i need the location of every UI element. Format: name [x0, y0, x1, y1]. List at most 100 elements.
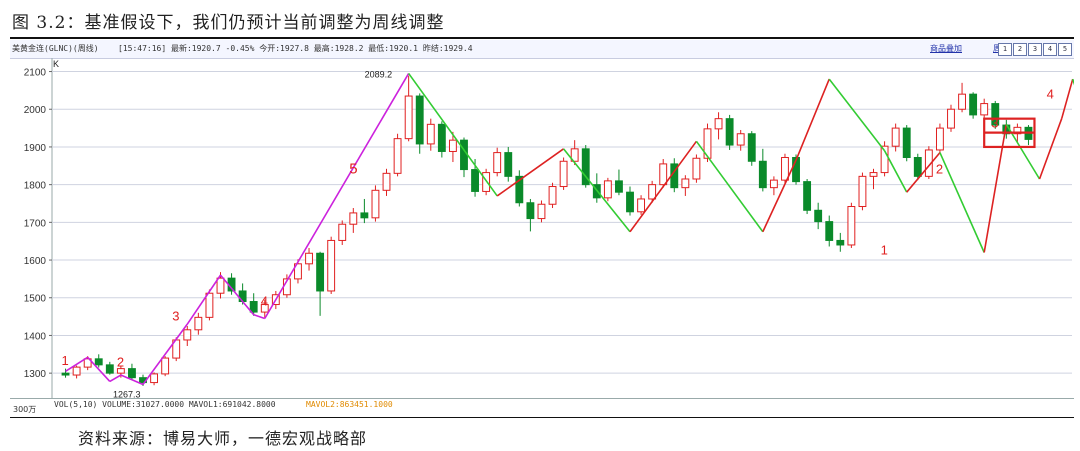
candle-body — [736, 133, 745, 146]
candle-body — [305, 252, 313, 265]
candle-body — [836, 239, 845, 246]
window-button-4[interactable]: 4 — [1043, 43, 1057, 56]
wave-label: 5 — [349, 160, 357, 177]
wave-segment — [1038, 118, 1063, 180]
candle-body — [360, 212, 369, 219]
candle-body — [648, 184, 657, 200]
candle-body — [902, 127, 911, 158]
y-tick-label: 1500 — [24, 294, 47, 305]
volume-strip: VOL(5,10) VOLUME:31027.0000 MAVOL1:69104… — [10, 398, 1074, 411]
candle-body — [194, 316, 203, 331]
candle-body — [448, 139, 457, 152]
candle-body — [371, 189, 380, 219]
overlay-link[interactable]: 商品叠加 — [930, 40, 962, 58]
candle-body — [94, 358, 103, 366]
candle-body — [947, 108, 955, 129]
wave-segment — [186, 274, 222, 325]
wave-label: 3 — [172, 308, 179, 323]
mavol2-text: MAVOL2:863451.1000 — [306, 400, 393, 409]
candle-body — [437, 123, 446, 152]
candle-body — [603, 180, 612, 199]
candle-body — [327, 239, 336, 292]
candle-body — [72, 366, 81, 376]
candle-body — [615, 180, 623, 193]
wave-label: 3 — [991, 115, 998, 130]
symbol-label: 美黄金连(GLNC)(周线) — [12, 44, 99, 53]
candle-body — [659, 163, 668, 186]
window-button-5[interactable]: 5 — [1058, 43, 1072, 56]
candle-body — [161, 357, 170, 375]
candle-body — [460, 139, 468, 171]
window-button-2[interactable]: 2 — [1013, 43, 1027, 56]
candlestick-chart-panel[interactable]: 美黄金连(GLNC)(周线) [15:47:16] 最新:1920.7 -0.4… — [10, 40, 1074, 416]
wave-segment — [109, 374, 122, 383]
title-rule — [10, 37, 1074, 39]
candle-body — [725, 118, 734, 146]
wave-lines — [65, 72, 1074, 386]
candles — [61, 75, 1033, 386]
candle-body — [980, 103, 989, 116]
wave-segment — [264, 73, 410, 319]
y-tick-label: 1600 — [24, 256, 47, 267]
y-unit-label: K — [53, 59, 59, 69]
high-price-label: 2089.2 — [365, 70, 393, 80]
y-tick-label: 1300 — [24, 369, 47, 380]
candle-body — [349, 212, 358, 225]
wave-segment — [1060, 78, 1074, 119]
wave-segment — [253, 313, 266, 320]
candle-body — [548, 186, 557, 205]
candle-body — [692, 157, 701, 180]
y-tick-label: 2100 — [24, 68, 47, 79]
wave-segment — [219, 274, 255, 316]
candle-body — [61, 372, 70, 376]
candle-body — [205, 292, 214, 318]
candle-body — [537, 203, 546, 220]
candle-body — [891, 127, 900, 147]
figure-title: 图 3.2：基准假设下，我们仍预计当前调整为周线调整 — [12, 13, 445, 33]
y-tick-label: 2000 — [24, 105, 47, 116]
y-tick-label: 1800 — [24, 181, 47, 192]
volume-unit: 300万 — [13, 405, 37, 414]
y-tick-label: 1900 — [24, 143, 47, 154]
candle-body — [935, 127, 944, 151]
candle-body — [316, 252, 325, 292]
quote-line: [15:47:16] 最新:1920.7 -0.45% 今开:1927.8 最高… — [118, 44, 473, 53]
candle-body — [183, 329, 192, 341]
window-button-1[interactable]: 1 — [998, 43, 1012, 56]
wave-labels: 1234512345 — [62, 87, 1054, 370]
candle-body — [393, 138, 402, 174]
price-plot[interactable]: K 1300 1400 1500 1600 1700 1800 1900 2000 2100 1… — [10, 58, 1074, 398]
wave-segment — [1071, 78, 1074, 86]
candle-body — [814, 209, 823, 223]
candle-body — [969, 93, 978, 116]
candle-body — [415, 95, 424, 145]
candle-body — [681, 178, 690, 189]
price-labels: 2089.2 1267.3 — [113, 70, 392, 398]
candle-body — [626, 191, 634, 213]
wave-segment — [939, 152, 985, 253]
wave-segment — [795, 78, 830, 161]
candle-body — [249, 301, 258, 313]
candle-body — [825, 221, 834, 241]
candle-body — [150, 373, 159, 384]
candle-body — [758, 160, 767, 189]
candle-body — [128, 368, 136, 379]
candle-body — [238, 290, 247, 303]
candle-body — [471, 169, 479, 192]
candle-body — [404, 95, 413, 140]
wave-label: 1 — [62, 353, 69, 368]
candle-body — [858, 175, 867, 208]
window-button-3[interactable]: 3 — [1028, 43, 1042, 56]
candle-body — [216, 277, 225, 294]
wave-label: 4 — [1047, 87, 1054, 102]
y-tick-label: 1700 — [24, 218, 47, 229]
candle-body — [847, 206, 856, 246]
grid-lines — [49, 71, 1072, 374]
candle-body — [105, 364, 114, 374]
wave-label: 2 — [117, 354, 124, 369]
candle-body — [559, 160, 568, 188]
candle-body — [637, 198, 646, 213]
candle-body — [958, 93, 966, 110]
wave-label: 1 — [881, 242, 888, 257]
wave-segment — [762, 159, 797, 233]
